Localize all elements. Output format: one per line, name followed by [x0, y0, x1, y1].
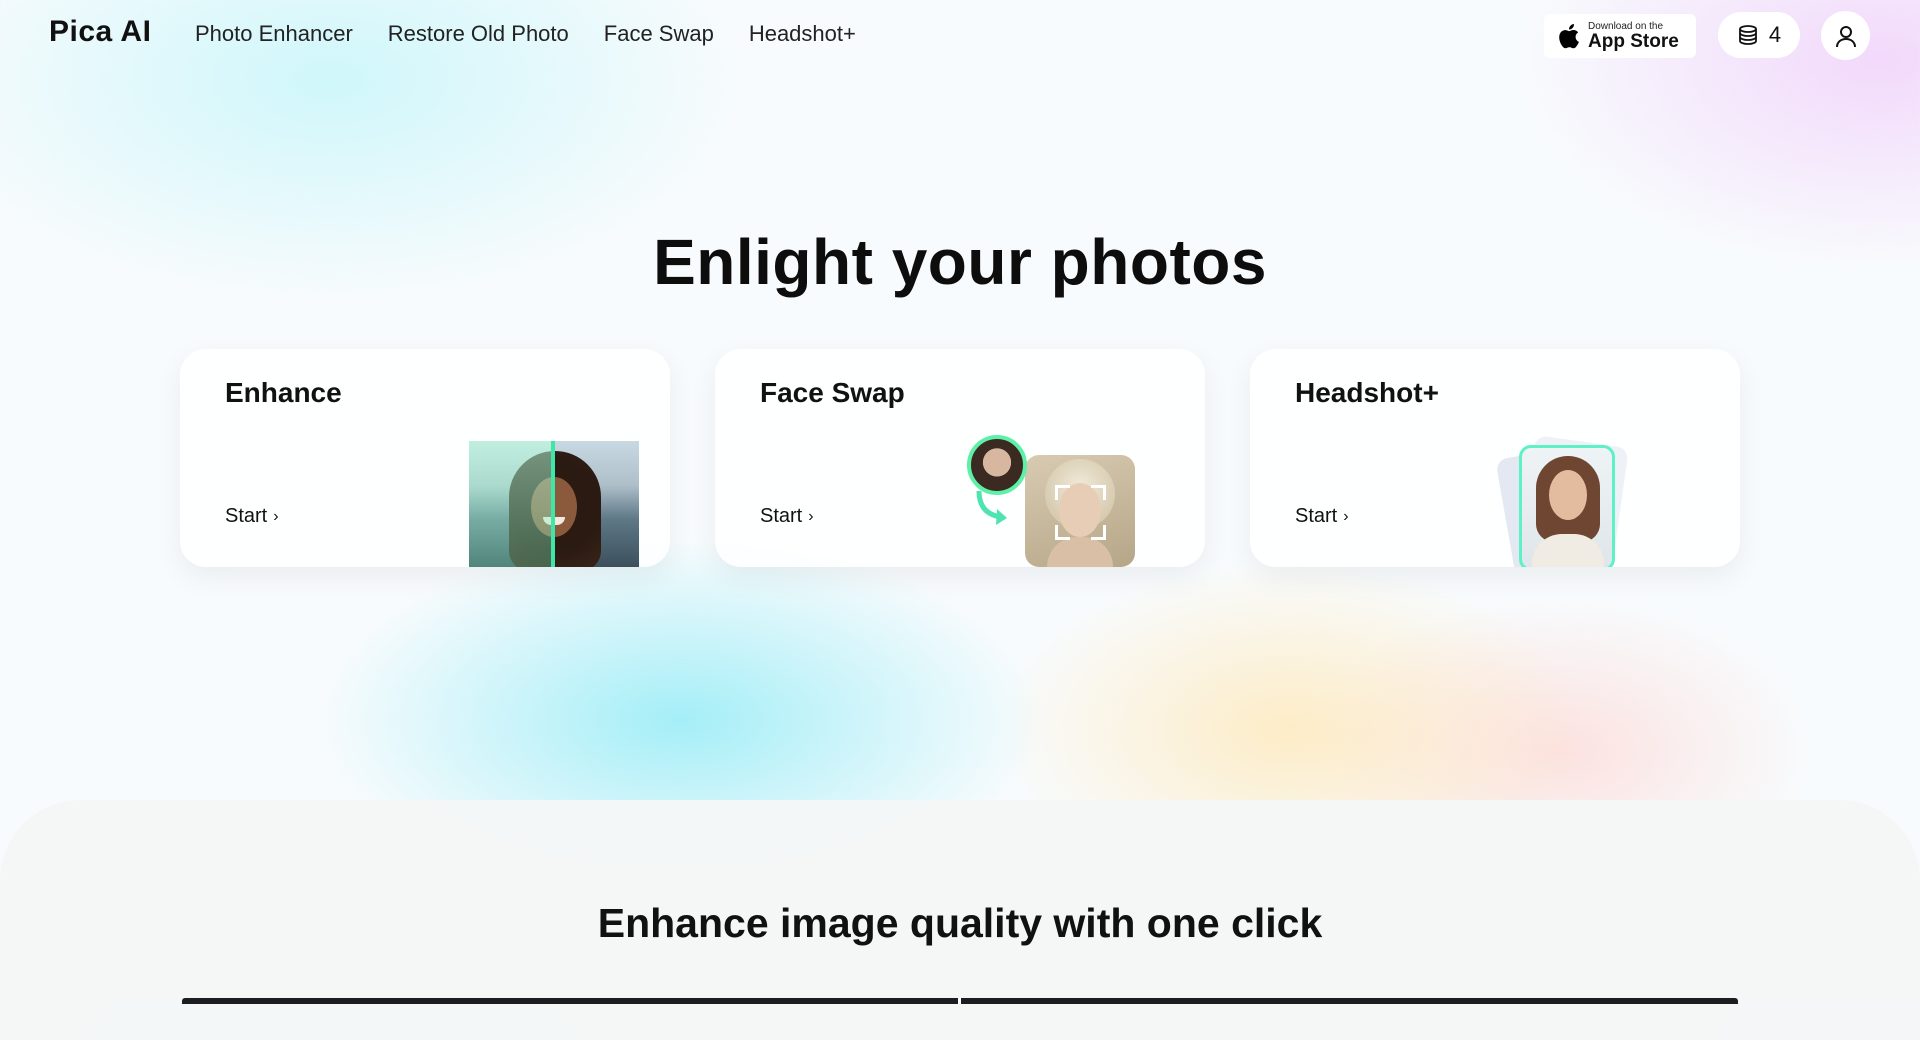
headshot-card[interactable]: Headshot+ Start ›: [1250, 349, 1740, 567]
coins-stack-icon: [1738, 25, 1757, 45]
start-label: Start: [760, 505, 803, 527]
comparison-preview[interactable]: [182, 998, 1738, 1004]
top-navigation: Pica AI Photo Enhancer Restore Old Photo…: [0, 0, 1920, 68]
face-swap-target-image: [1025, 455, 1135, 567]
nav-photo-enhancer[interactable]: Photo Enhancer: [195, 21, 353, 47]
apple-icon: [1559, 24, 1579, 49]
start-label: Start: [1295, 505, 1338, 527]
card-title: Face Swap: [760, 377, 905, 408]
user-icon: [1835, 25, 1856, 47]
chevron-right-icon: ›: [1343, 507, 1349, 525]
section-title: Enhance image quality with one click: [597, 900, 1323, 946]
nav-restore-old-photo[interactable]: Restore Old Photo: [388, 21, 569, 47]
credits-count: 4: [1768, 22, 1782, 47]
chevron-right-icon: ›: [273, 507, 279, 525]
main-nav: Photo Enhancer Restore Old Photo Face Sw…: [195, 21, 856, 47]
user-account-button[interactable]: [1821, 11, 1870, 60]
start-link[interactable]: Start ›: [225, 505, 279, 528]
comparison-divider[interactable]: [958, 998, 961, 1004]
app-store-caption: Download on the: [1588, 20, 1664, 32]
start-label: Start: [225, 505, 268, 527]
start-link[interactable]: Start ›: [760, 505, 814, 528]
swap-arrow-icon: [976, 490, 1007, 525]
chevron-right-icon: ›: [808, 507, 814, 525]
card-title: Enhance: [225, 377, 342, 408]
nav-headshot[interactable]: Headshot+: [749, 21, 856, 47]
enhance-section: Enhance image quality with one click: [0, 800, 1920, 1040]
face-swap-source-avatar: [967, 435, 1027, 495]
headshot-preview-image: [1495, 435, 1629, 567]
start-link[interactable]: Start ›: [1295, 505, 1349, 528]
face-swap-card[interactable]: Face Swap Start ›: [715, 349, 1205, 567]
hero-title: Enlight your photos: [653, 226, 1267, 298]
card-title: Headshot+: [1295, 377, 1439, 408]
app-store-label: App Store: [1588, 30, 1679, 52]
nav-face-swap[interactable]: Face Swap: [604, 21, 714, 47]
pica-ai-logo[interactable]: Pica AI: [49, 15, 151, 49]
app-store-button[interactable]: Download on the App Store: [1544, 14, 1696, 58]
enhance-preview-image: [469, 441, 639, 567]
enhance-card[interactable]: Enhance Start ›: [180, 349, 670, 567]
credits-button[interactable]: 4: [1718, 12, 1800, 58]
